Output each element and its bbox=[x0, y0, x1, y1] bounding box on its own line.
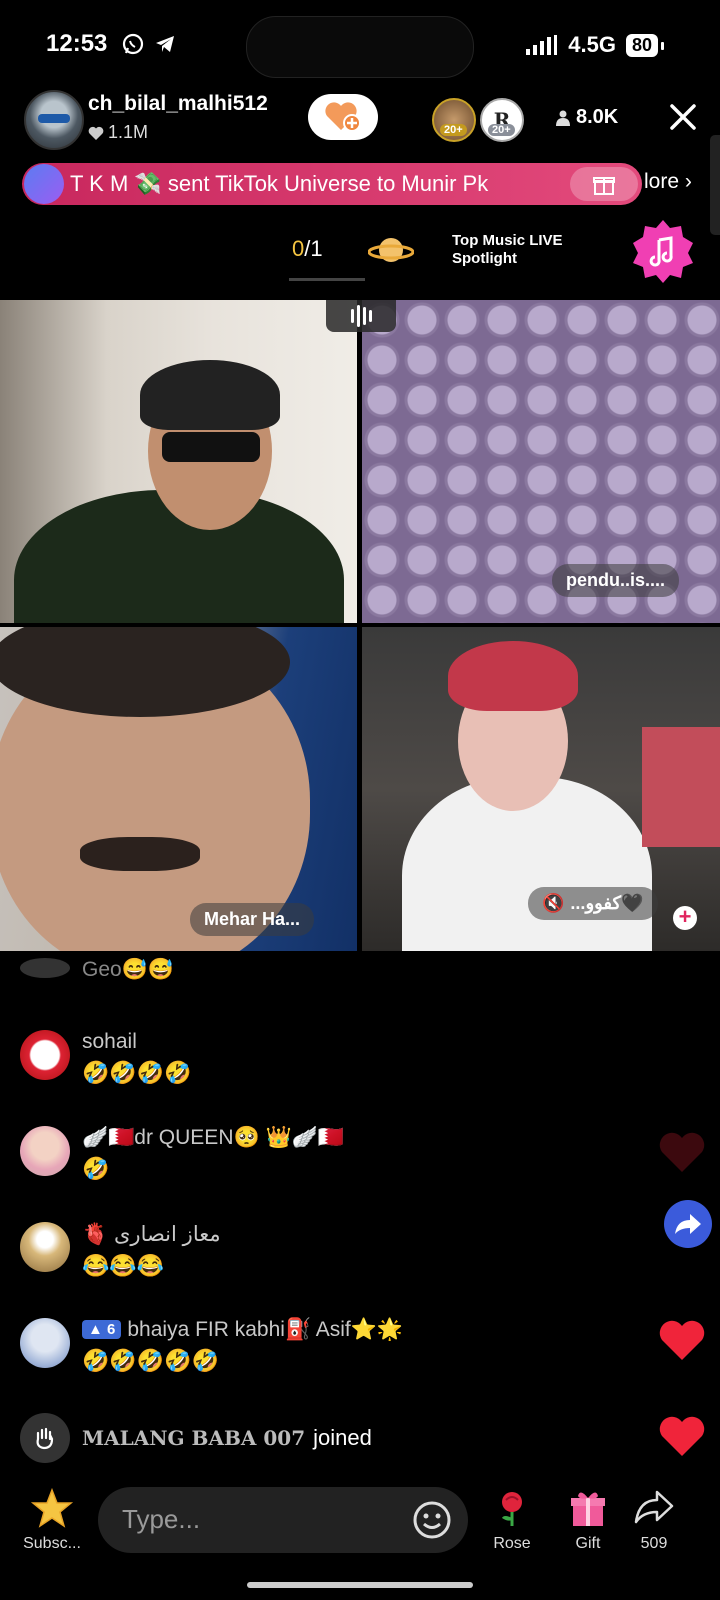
spotlight-line-1: Top Music LIVE bbox=[452, 232, 563, 249]
gift-banner[interactable]: T K M 💸 sent TikTok Universe to Munir Pk bbox=[22, 163, 642, 205]
comment-item: ▲ 6 bhaiya FIR kabhi⛽ Asif⭐🌟 🤣🤣🤣🤣🤣 bbox=[20, 1318, 403, 1374]
rose-label: Rose bbox=[493, 1535, 531, 1552]
guest-3-mustache bbox=[80, 837, 200, 871]
comment-text: 🤣🤣🤣🤣🤣 bbox=[82, 1348, 219, 1373]
top-viewer-badge-1: 20+ bbox=[440, 124, 467, 136]
user-level-badge: ▲ 6 bbox=[82, 1320, 122, 1339]
guest-1-sunglasses bbox=[162, 432, 260, 462]
guest-4-name: ...کفوو🖤 bbox=[570, 893, 644, 913]
guest-tile-4[interactable]: 🔇 ...کفوو🖤 bbox=[362, 627, 720, 951]
more-link[interactable]: lore › bbox=[644, 170, 692, 194]
guest-1-hair bbox=[140, 360, 280, 430]
join-notice: MALANG BABA 007 joined bbox=[20, 1413, 372, 1463]
host-likes-count: 1.1M bbox=[108, 122, 149, 142]
comment-avatar[interactable] bbox=[20, 1126, 70, 1176]
network-type: 4.5G bbox=[568, 32, 616, 57]
comment-item: sohail 🤣🤣🤣🤣 bbox=[20, 1030, 192, 1086]
gift-outline-icon bbox=[593, 177, 615, 195]
follow-button[interactable] bbox=[308, 94, 378, 140]
guest-tile-1[interactable] bbox=[0, 300, 357, 623]
rose-icon bbox=[502, 1492, 522, 1526]
more-link-label: lore bbox=[644, 170, 680, 193]
guest-4-name-pill: 🔇 ...کفوو🖤 bbox=[528, 887, 658, 920]
follow-heart-plus-icon bbox=[325, 102, 361, 132]
guest-tile-2[interactable]: pendu..is.... bbox=[362, 300, 720, 623]
comment-avatar[interactable] bbox=[20, 1318, 70, 1368]
comment-username[interactable]: bhaiya FIR kabhi⛽ Asif⭐🌟 bbox=[127, 1318, 403, 1341]
comment-item: 🫀 معاز انصاری 😂😂😂 bbox=[20, 1222, 221, 1279]
host-likes: 1.1M bbox=[88, 122, 148, 143]
rose-button[interactable]: Rose bbox=[480, 1488, 544, 1553]
guest-4-hair bbox=[448, 641, 578, 711]
telegram-icon bbox=[156, 36, 174, 52]
share-count: 509 bbox=[640, 1535, 668, 1552]
banner-gift-button[interactable] bbox=[570, 167, 638, 201]
subscribe-label: Subsc... bbox=[23, 1535, 81, 1552]
ranking-current: 0 bbox=[292, 236, 305, 261]
user-level-value: 6 bbox=[107, 1321, 116, 1338]
ranking-total: /1 bbox=[304, 236, 323, 261]
comment-input-placeholder: Type... bbox=[122, 1504, 201, 1534]
comment-username[interactable]: 🫀 معاز انصاری bbox=[82, 1222, 221, 1247]
person-icon bbox=[556, 110, 570, 126]
tiktok-live-logo bbox=[24, 164, 64, 204]
guest-tile-3[interactable]: Mehar Ha... bbox=[0, 627, 357, 951]
comment-text: 🤣 bbox=[82, 1156, 110, 1181]
floating-heart-icon bbox=[659, 1416, 705, 1456]
battery-icon: 80 bbox=[625, 33, 665, 57]
music-note-icon[interactable] bbox=[630, 218, 696, 284]
comment-text: Geo😅😅 bbox=[82, 958, 174, 981]
whatsapp-icon bbox=[122, 33, 144, 55]
joined-label: joined bbox=[313, 1425, 372, 1450]
viewer-count-value: 8.0K bbox=[576, 106, 619, 128]
waving-hand-icon bbox=[20, 1413, 70, 1463]
joined-username[interactable]: MALANG BABA 007 bbox=[82, 1426, 305, 1450]
gift-button[interactable]: Gift bbox=[556, 1488, 620, 1553]
comment-item: Geo😅😅 bbox=[20, 958, 174, 982]
home-indicator[interactable] bbox=[247, 1582, 473, 1588]
spotlight-label[interactable]: Top Music LIVE Spotlight bbox=[452, 232, 563, 268]
comment-item: 🪽🇧🇭dr QUEEN🥺 👑🪽🇧🇭 🤣 bbox=[20, 1126, 344, 1182]
comment-avatar[interactable] bbox=[20, 1222, 70, 1272]
guest-4-background-decor bbox=[642, 727, 720, 847]
share-float-icon[interactable] bbox=[664, 1200, 712, 1248]
ranking-underline bbox=[289, 278, 365, 281]
emoji-icon[interactable] bbox=[412, 1500, 452, 1540]
ranking-indicator[interactable]: 0/1 bbox=[292, 236, 323, 262]
viewer-count[interactable]: 8.0K bbox=[556, 106, 618, 129]
gift-label: Gift bbox=[575, 1535, 601, 1552]
floating-heart-icon bbox=[659, 1132, 705, 1172]
side-drawer-handle[interactable] bbox=[710, 135, 720, 235]
comment-avatar[interactable] bbox=[20, 1030, 70, 1080]
share-button[interactable]: 509 bbox=[622, 1488, 686, 1553]
planet-icon[interactable] bbox=[368, 232, 414, 268]
star-icon bbox=[30, 1487, 74, 1528]
comment-avatar[interactable] bbox=[20, 958, 70, 978]
subscribe-button[interactable]: Subsc... bbox=[20, 1487, 84, 1553]
top-viewer-badge-2: 20+ bbox=[488, 124, 515, 136]
guest-3-name: Mehar Ha... bbox=[190, 903, 315, 936]
heart-small-icon bbox=[88, 126, 104, 140]
close-icon[interactable] bbox=[668, 102, 698, 132]
comment-text: 😂😂😂 bbox=[82, 1253, 165, 1278]
status-time: 12:53 bbox=[46, 30, 108, 57]
host-username[interactable]: ch_bilal_malhi512 bbox=[88, 92, 268, 116]
comment-username[interactable]: 🪽🇧🇭dr QUEEN🥺 👑🪽🇧🇭 bbox=[82, 1126, 344, 1150]
audio-level-icon[interactable] bbox=[326, 300, 396, 332]
floating-heart-icon bbox=[659, 1320, 705, 1360]
share-icon bbox=[634, 1490, 674, 1524]
signal-icon bbox=[526, 35, 558, 55]
dynamic-island bbox=[246, 16, 474, 78]
status-app-icons bbox=[122, 33, 176, 55]
comment-text: 🤣🤣🤣🤣 bbox=[82, 1060, 192, 1085]
guest-2-name: pendu..is.... bbox=[552, 564, 680, 597]
muted-mic-icon: 🔇 bbox=[542, 893, 565, 913]
gift-banner-text: T K M 💸 sent TikTok Universe to Munir Pk bbox=[70, 171, 489, 196]
add-guest-plus-icon[interactable]: + bbox=[673, 906, 697, 930]
status-right-group: 4.5G 80 bbox=[526, 32, 665, 58]
spotlight-line-2: Spotlight bbox=[452, 250, 517, 267]
gift-icon bbox=[571, 1492, 605, 1526]
comment-username[interactable]: sohail bbox=[82, 1030, 192, 1054]
host-avatar[interactable] bbox=[24, 90, 84, 150]
